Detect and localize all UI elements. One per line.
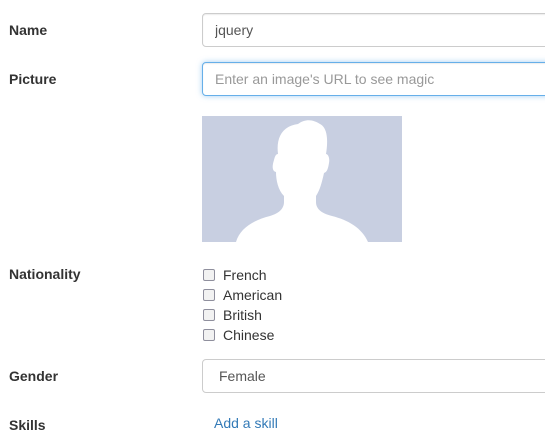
picture-label: Picture: [9, 71, 57, 87]
checkbox-label: British: [223, 307, 262, 323]
gender-selected-value: Female: [219, 368, 266, 384]
nationality-checkbox-group: French American British Chinese: [202, 265, 282, 345]
name-input[interactable]: [202, 13, 545, 47]
nationality-option-french[interactable]: French: [202, 265, 282, 285]
add-skill-link[interactable]: Add a skill: [214, 415, 278, 431]
checkbox[interactable]: [203, 289, 215, 301]
default-user-silhouette-icon: [236, 120, 368, 242]
nationality-option-chinese[interactable]: Chinese: [202, 325, 282, 345]
checkbox-label: Chinese: [223, 327, 275, 343]
skills-label: Skills: [9, 417, 46, 433]
checkbox[interactable]: [203, 329, 215, 341]
checkbox[interactable]: [203, 269, 215, 281]
name-label: Name: [9, 22, 48, 38]
checkbox-label: French: [223, 267, 267, 283]
nationality-option-american[interactable]: American: [202, 285, 282, 305]
picture-url-input[interactable]: [202, 62, 545, 96]
checkbox-label: American: [223, 287, 283, 303]
gender-select[interactable]: Female: [202, 359, 545, 393]
nationality-label: Nationality: [9, 266, 81, 282]
gender-label: Gender: [9, 368, 59, 384]
checkbox[interactable]: [203, 309, 215, 321]
avatar-placeholder: [202, 116, 402, 242]
nationality-option-british[interactable]: British: [202, 305, 282, 325]
